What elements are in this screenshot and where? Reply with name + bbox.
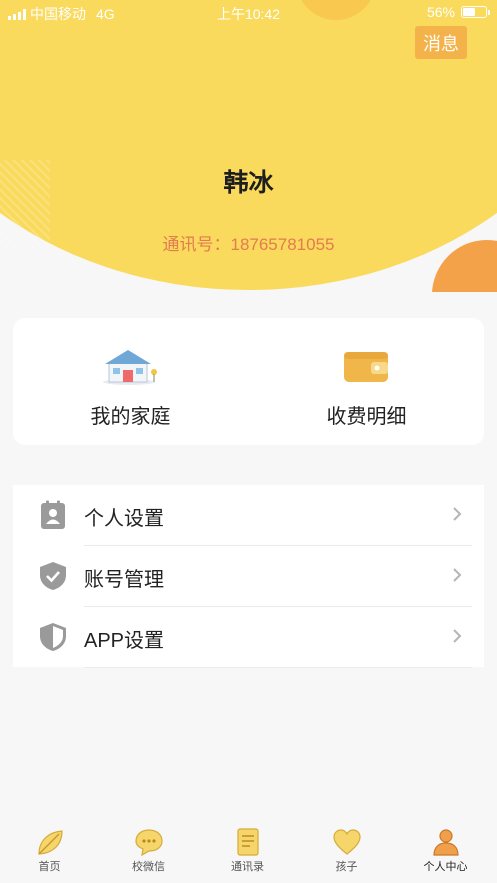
- tab-personal-center[interactable]: 个人中心: [396, 822, 495, 883]
- tab-children[interactable]: 孩子: [297, 822, 396, 883]
- tab-school-wechat-label: 校微信: [132, 861, 165, 873]
- person-icon: [432, 829, 459, 856]
- battery-icon: [461, 6, 490, 18]
- personal-settings-label: 个人设置: [84, 508, 164, 530]
- quick-actions-card: 我的家庭 收费明细: [13, 318, 484, 445]
- contact-card-icon: [41, 500, 65, 529]
- tab-personal-center-label: 个人中心: [423, 861, 468, 873]
- tab-home[interactable]: 首页: [0, 822, 99, 883]
- settings-list: 个人设置 账号管理 APP设置: [13, 485, 484, 668]
- address-book-icon: [236, 828, 259, 856]
- tab-school-wechat[interactable]: 校微信: [99, 822, 198, 883]
- list-item-app-settings[interactable]: APP设置: [13, 607, 484, 668]
- heart-icon: [332, 829, 361, 855]
- shield-check-icon: [40, 562, 66, 590]
- battery-percent: 56%: [426, 4, 455, 20]
- fee-details-button[interactable]: 收费明细: [249, 318, 484, 445]
- account-management-label: 账号管理: [84, 569, 164, 591]
- leaf-icon: [37, 830, 63, 855]
- house-icon: [102, 350, 157, 385]
- tab-contacts-label: 通讯录: [231, 861, 264, 873]
- list-item-account-management[interactable]: 账号管理: [13, 546, 484, 607]
- status-right: 56%: [426, 4, 490, 20]
- status-bar: 中国移动 4G 上午10:42 56%: [0, 0, 497, 26]
- tab-children-label: 孩子: [335, 861, 358, 873]
- contact-number: 通讯号：18765781055: [162, 235, 335, 254]
- chevron-right-icon: [453, 568, 462, 582]
- message-button[interactable]: 消息: [415, 26, 467, 59]
- wallet-icon: [343, 352, 388, 382]
- tab-home-label: 首页: [38, 861, 61, 873]
- my-family-label: 我的家庭: [90, 406, 171, 428]
- chevron-right-icon: [453, 507, 462, 521]
- user-name: 韩冰: [223, 168, 274, 197]
- app-settings-label: APP设置: [84, 630, 165, 652]
- chevron-right-icon: [453, 629, 462, 643]
- list-item-personal-settings[interactable]: 个人设置: [13, 485, 484, 546]
- chat-bubble-icon: [134, 829, 163, 856]
- shield-icon: [40, 623, 66, 651]
- bottom-tab-bar: 首页 校微信 通讯录 孩子 个人中心: [0, 822, 497, 883]
- tab-contacts[interactable]: 通讯录: [198, 822, 297, 883]
- fee-details-label: 收费明细: [326, 406, 407, 428]
- my-family-button[interactable]: 我的家庭: [13, 318, 248, 445]
- row-divider: [84, 667, 472, 668]
- status-time: 上午10:42: [216, 6, 281, 22]
